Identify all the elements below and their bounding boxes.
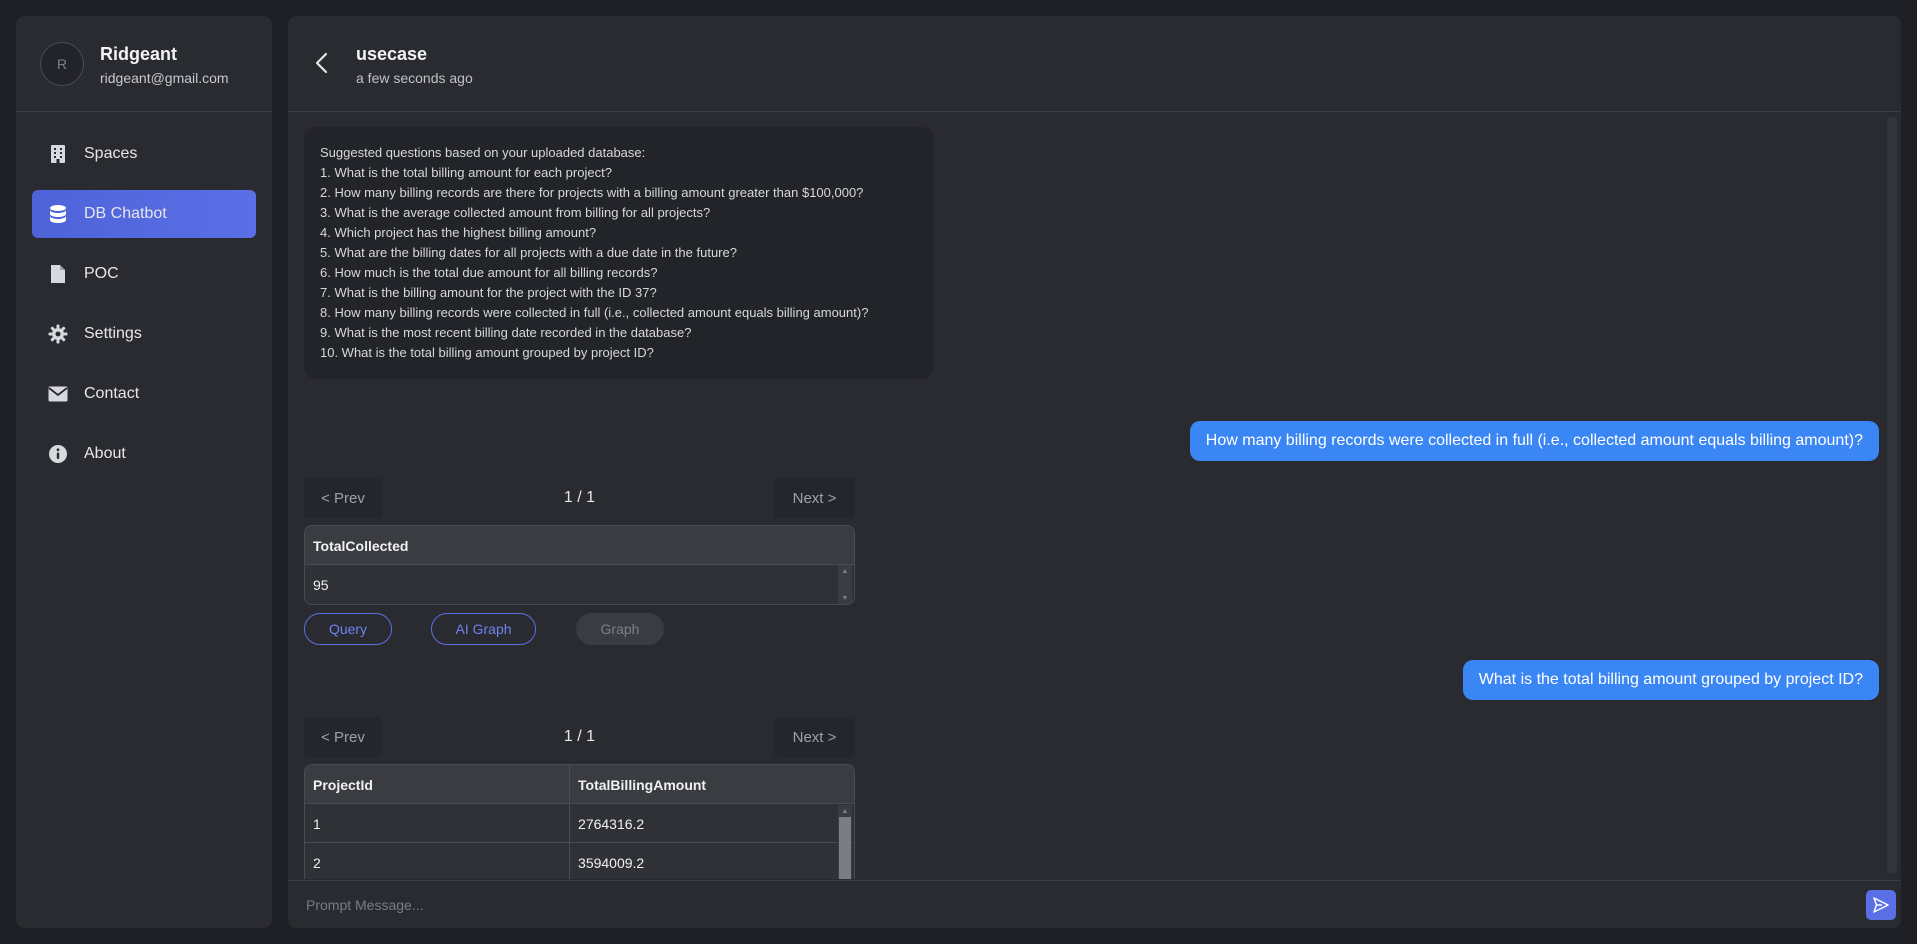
table-header-row: ProjectId TotalBillingAmount [305,765,854,804]
sidebar-item-settings[interactable]: Settings [32,310,256,358]
table-cell: 3594009.2 [578,854,645,871]
sidebar-item-label: Settings [84,325,142,342]
suggestion-item: 8. How many billing records were collect… [320,305,869,320]
sidebar-item-contact[interactable]: Contact [32,370,256,418]
table-scrollbar[interactable]: ▲ ▼ [838,565,852,604]
sidebar: R Ridgeant ridgeant@gmail.com Spaces DB … [16,16,272,928]
suggestion-item: 1. What is the total billing amount for … [320,165,612,180]
chat-scrollbar[interactable] [1887,117,1897,873]
page-indicator: 1 / 1 [563,728,596,745]
envelope-icon [48,384,68,404]
table-cell: 1 [305,804,571,843]
chat-timestamp: a few seconds ago [356,70,473,86]
query-button[interactable]: Query [304,613,392,645]
back-button[interactable] [310,50,336,76]
sidebar-item-spaces[interactable]: Spaces [32,130,256,178]
table-scroll-thumb[interactable] [839,817,851,879]
chat-header: usecase a few seconds ago [288,16,1901,112]
suggestion-item: 2. How many billing records are there fo… [320,185,864,200]
result-table: ProjectId TotalBillingAmount 1 2764316.2… [304,764,855,879]
table-row: 95 ▲ ▼ [305,565,854,604]
next-button[interactable]: Next > [774,478,855,518]
chat-panel: usecase a few seconds ago Suggested ques… [288,16,1901,928]
sidebar-item-label: DB Chatbot [84,205,167,222]
user-profile: R Ridgeant ridgeant@gmail.com [16,16,272,112]
sidebar-item-label: About [84,445,126,462]
ai-graph-button[interactable]: AI Graph [431,613,536,645]
table-header-cell: TotalBillingAmount [578,776,707,793]
chat-messages[interactable]: Suggested questions based on your upload… [288,113,1901,879]
chevron-left-icon [315,52,328,74]
table-header-row: TotalCollected [305,526,854,565]
table-scrollbar[interactable]: ▲ [838,805,852,879]
file-icon [48,264,68,284]
table-header-cell: TotalCollected [313,537,409,554]
prompt-bar [288,880,1901,928]
result-pager: 1 / 1 < Prev Next > [304,717,855,757]
profile-email: ridgeant@gmail.com [100,70,229,86]
prev-button[interactable]: < Prev [304,717,382,757]
gear-icon [48,324,68,344]
database-icon [48,204,68,224]
sidebar-item-label: Contact [84,385,140,402]
table-header-cell: ProjectId [305,765,571,804]
user-message: What is the total billing amount grouped… [1462,660,1879,700]
sidebar-item-about[interactable]: About [32,430,256,478]
sidebar-item-poc[interactable]: POC [32,250,256,298]
suggestion-item: 5. What are the billing dates for all pr… [320,245,737,260]
suggestion-item: 9. What is the most recent billing date … [320,325,692,340]
scroll-down-icon[interactable]: ▼ [838,592,852,604]
avatar[interactable]: R [40,42,84,86]
send-button[interactable] [1866,890,1896,920]
suggestion-item: 3. What is the average collected amount … [320,205,711,220]
suggestion-item: 7. What is the billing amount for the pr… [320,285,657,300]
send-icon [1873,897,1889,913]
scroll-up-icon[interactable]: ▲ [838,805,852,817]
profile-name: Ridgeant [100,44,178,64]
table-cell: 2 [305,843,571,879]
user-message: How many billing records were collected … [1189,421,1879,461]
sidebar-item-db-chatbot[interactable]: DB Chatbot [32,190,256,238]
sidebar-item-label: Spaces [84,145,138,162]
chat-title: usecase [356,44,428,64]
prev-button[interactable]: < Prev [304,478,382,518]
next-button[interactable]: Next > [774,717,855,757]
result-pager: 1 / 1 < Prev Next > [304,478,855,518]
suggestions-intro: Suggested questions based on your upload… [320,145,646,160]
suggestions-card: Suggested questions based on your upload… [304,127,934,379]
scroll-up-icon[interactable]: ▲ [838,565,852,577]
table-row: 1 2764316.2 [305,804,854,843]
suggestion-item: 6. How much is the total due amount for … [320,265,658,280]
page-indicator: 1 / 1 [563,489,596,506]
info-icon [48,444,68,464]
table-row: 2 3594009.2 [305,843,854,879]
result-table: TotalCollected 95 ▲ ▼ [304,525,855,605]
suggestion-item: 10. What is the total billing amount gro… [320,345,654,360]
suggestion-item: 4. Which project has the highest billing… [320,225,597,240]
graph-button[interactable]: Graph [576,613,664,645]
table-cell: 2764316.2 [578,815,645,832]
prompt-input[interactable] [306,891,1806,919]
building-icon [48,144,68,164]
table-cell: 95 [313,576,329,593]
sidebar-item-label: POC [84,265,119,282]
